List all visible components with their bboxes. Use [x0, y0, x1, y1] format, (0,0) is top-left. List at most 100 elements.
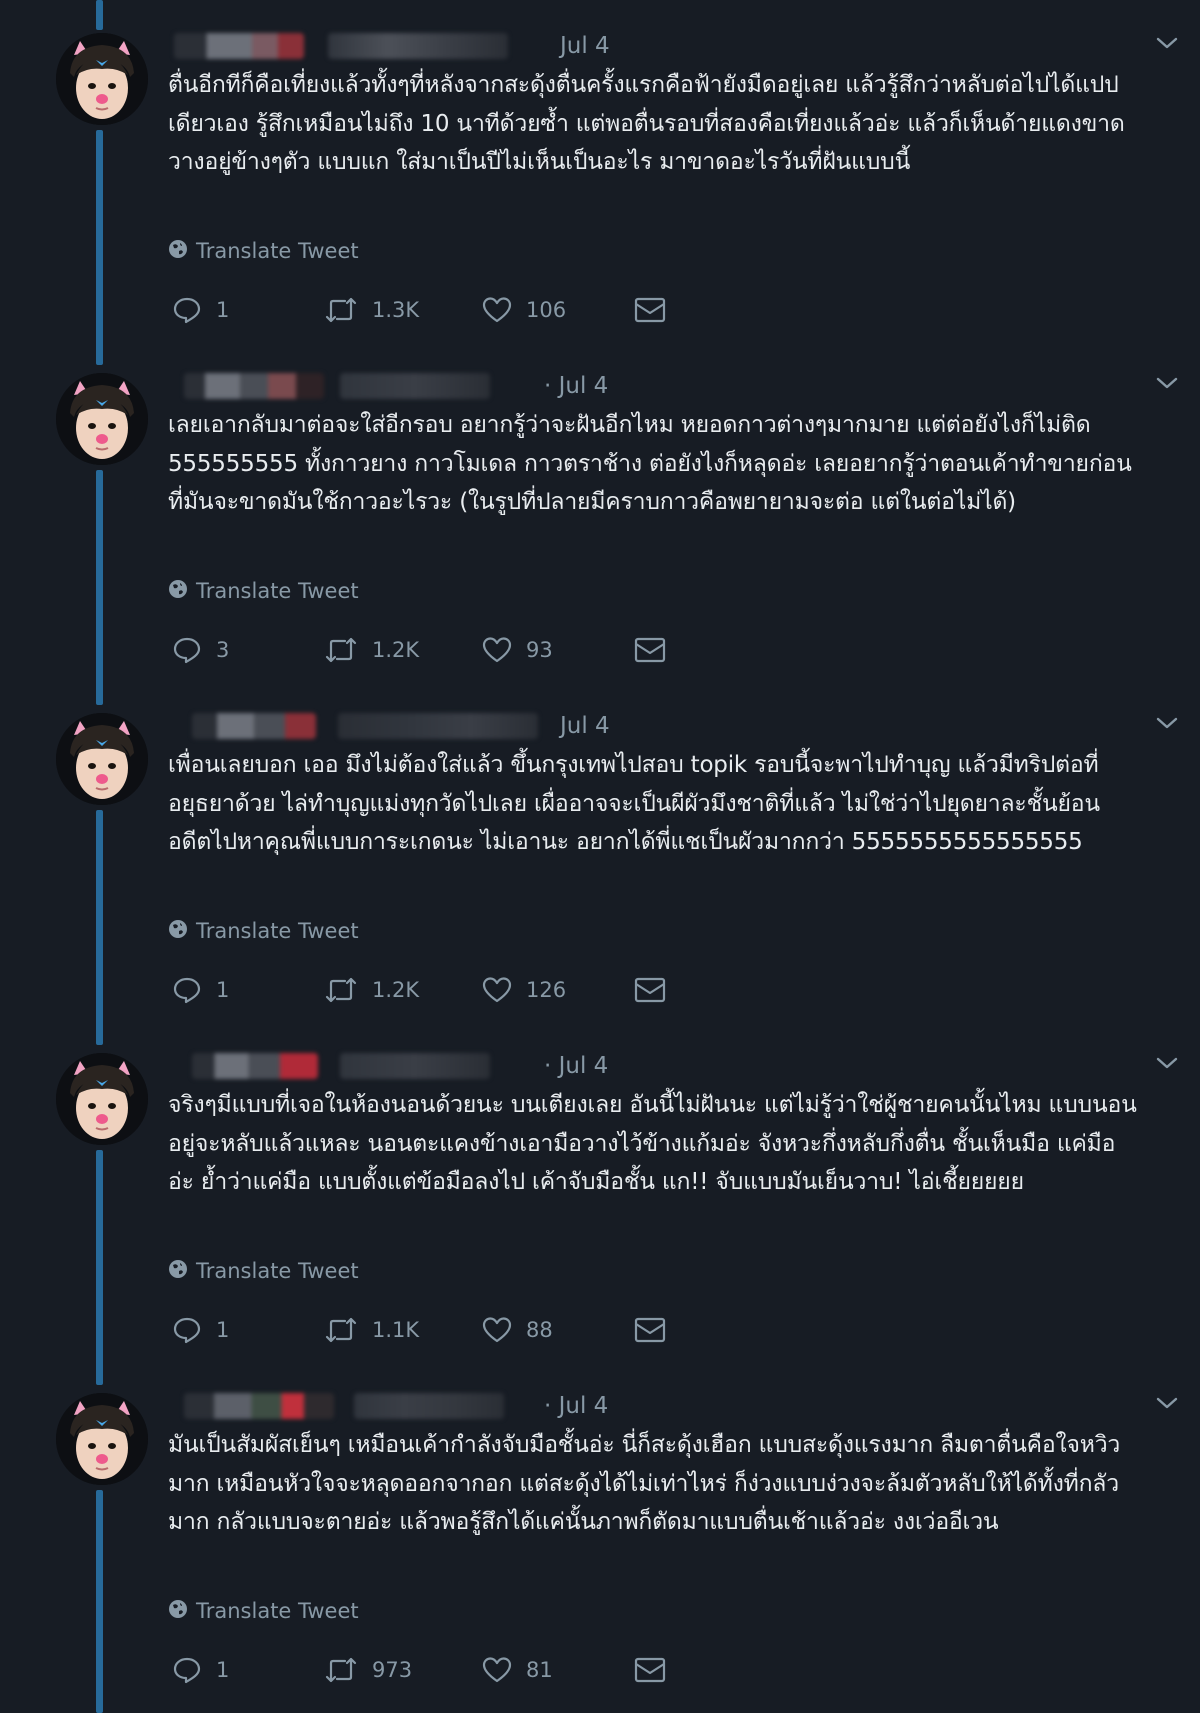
like-count: 106: [526, 298, 567, 322]
retweet-count: 1.1K: [372, 1318, 420, 1342]
reply-icon: [172, 635, 202, 665]
like-button[interactable]: 93: [482, 632, 553, 668]
tweet-date[interactable]: Jul 4: [560, 712, 610, 740]
retweet-count: 1.3K: [372, 298, 420, 322]
avatar[interactable]: [56, 1393, 148, 1485]
tweet-actions: 1 1.3K 106: [172, 292, 732, 328]
like-count: 93: [526, 638, 553, 662]
reply-icon: [172, 975, 202, 1005]
like-button[interactable]: 88: [482, 1312, 553, 1348]
heart-icon: [482, 635, 512, 665]
redacted-handle: [340, 1053, 490, 1079]
like-button[interactable]: 81: [482, 1652, 553, 1688]
reply-button[interactable]: 1: [172, 1652, 229, 1688]
retweet-button[interactable]: 1.2K: [324, 972, 419, 1008]
heart-icon: [482, 295, 512, 325]
envelope-icon: [634, 295, 666, 325]
translate-tweet-link[interactable]: Translate Tweet: [168, 236, 359, 266]
avatar[interactable]: [56, 373, 148, 465]
like-count: 88: [526, 1318, 553, 1342]
reply-button[interactable]: 1: [172, 292, 229, 328]
translate-tweet-label: Translate Tweet: [196, 1599, 359, 1623]
direct-message-button[interactable]: [634, 972, 666, 1008]
chevron-down-icon[interactable]: [1154, 30, 1180, 56]
avatar[interactable]: [56, 1053, 148, 1145]
retweet-icon: [324, 975, 358, 1005]
chevron-down-icon[interactable]: [1154, 710, 1180, 736]
chevron-down-icon[interactable]: [1154, 370, 1180, 396]
avatar[interactable]: [56, 33, 148, 125]
translate-tweet-link[interactable]: Translate Tweet: [168, 1596, 359, 1626]
like-button[interactable]: 126: [482, 972, 566, 1008]
tweet[interactable]: · Jul 4 จริงๆมีแบบที่เจอในห้องนอนด้วยนะ …: [0, 1020, 1200, 1360]
tweet-actions: 1 1.1K 88: [172, 1312, 732, 1348]
retweet-icon: [324, 1655, 358, 1685]
retweet-button[interactable]: 1.3K: [324, 292, 419, 328]
reply-count: 1: [216, 978, 230, 1002]
retweet-button[interactable]: 973: [324, 1652, 412, 1688]
direct-message-button[interactable]: [634, 1312, 666, 1348]
tweet-date[interactable]: · Jul 4: [544, 1052, 608, 1080]
translate-tweet-label: Translate Tweet: [196, 239, 359, 263]
chevron-down-icon[interactable]: [1154, 1050, 1180, 1076]
tweet-header: · Jul 4: [168, 1050, 1048, 1082]
reply-button[interactable]: 1: [172, 1312, 229, 1348]
tweet-header: Jul 4: [168, 710, 1048, 742]
translate-tweet-link[interactable]: Translate Tweet: [168, 1256, 359, 1286]
globe-icon: [168, 919, 188, 944]
tweet-actions: 1 973 81: [172, 1652, 732, 1688]
heart-icon: [482, 975, 512, 1005]
tweet-text: เพื่อนเลยบอก เออ มึงไม่ต้องใส่แล้ว ขึ้นก…: [168, 752, 1100, 855]
translate-tweet-link[interactable]: Translate Tweet: [168, 916, 359, 946]
heart-icon: [482, 1655, 512, 1685]
redacted-name: [192, 1053, 318, 1079]
retweet-count: 1.2K: [372, 978, 420, 1002]
tweet-actions: 3 1.2K 93: [172, 632, 732, 668]
tweet-header: · Jul 4: [168, 1390, 1048, 1422]
redacted-handle: [354, 1393, 504, 1419]
retweet-icon: [324, 1315, 358, 1345]
redacted-name: [174, 33, 304, 59]
tweet[interactable]: · Jul 4 เลยเอากลับมาต่อจะใส่อีกรอบ อยากร…: [0, 340, 1200, 680]
reply-icon: [172, 1655, 202, 1685]
reply-count: 1: [216, 1658, 230, 1682]
tweet-date[interactable]: · Jul 4: [544, 372, 608, 400]
envelope-icon: [634, 635, 666, 665]
tweet-date[interactable]: Jul 4: [560, 32, 610, 60]
tweet[interactable]: · Jul 4 มันเป็นสัมผัสเย็นๆ เหมือนเค้ากำล…: [0, 1360, 1200, 1700]
direct-message-button[interactable]: [634, 632, 666, 668]
avatar[interactable]: [56, 713, 148, 805]
reply-button[interactable]: 3: [172, 632, 229, 668]
tweet-text: เลยเอากลับมาต่อจะใส่อีกรอบ อยากรู้ว่าจะฝ…: [168, 412, 1132, 515]
retweet-count: 973: [372, 1658, 413, 1682]
retweet-button[interactable]: 1.2K: [324, 632, 419, 668]
translate-tweet-link[interactable]: Translate Tweet: [168, 576, 359, 606]
globe-icon: [168, 579, 188, 604]
retweet-button[interactable]: 1.1K: [324, 1312, 419, 1348]
tweet[interactable]: Jul 4 เพื่อนเลยบอก เออ มึงไม่ต้องใส่แล้ว…: [0, 680, 1200, 1020]
redacted-name: [184, 373, 324, 399]
reply-icon: [172, 295, 202, 325]
translate-tweet-label: Translate Tweet: [196, 1259, 359, 1283]
direct-message-button[interactable]: [634, 292, 666, 328]
reply-count: 3: [216, 638, 230, 662]
reply-count: 1: [216, 1318, 230, 1342]
globe-icon: [168, 1599, 188, 1624]
globe-icon: [168, 239, 188, 264]
tweet-text: ตื่นอีกทีก็คือเที่ยงแล้วทั้งๆที่หลังจากส…: [168, 72, 1125, 175]
translate-tweet-label: Translate Tweet: [196, 919, 359, 943]
reply-button[interactable]: 1: [172, 972, 229, 1008]
direct-message-button[interactable]: [634, 1652, 666, 1688]
envelope-icon: [634, 1655, 666, 1685]
like-count: 81: [526, 1658, 553, 1682]
envelope-icon: [634, 1315, 666, 1345]
tweet-header: · Jul 4: [168, 370, 1048, 402]
like-button[interactable]: 106: [482, 292, 566, 328]
tweet-text: มันเป็นสัมผัสเย็นๆ เหมือนเค้ากำลังจับมือ…: [168, 1432, 1121, 1535]
reply-icon: [172, 1315, 202, 1345]
reply-count: 1: [216, 298, 230, 322]
tweet-date[interactable]: · Jul 4: [544, 1392, 608, 1420]
chevron-down-icon[interactable]: [1154, 1390, 1180, 1416]
tweet[interactable]: Jul 4 ตื่นอีกทีก็คือเที่ยงแล้วทั้งๆที่หล…: [0, 0, 1200, 340]
redacted-handle: [338, 713, 538, 739]
